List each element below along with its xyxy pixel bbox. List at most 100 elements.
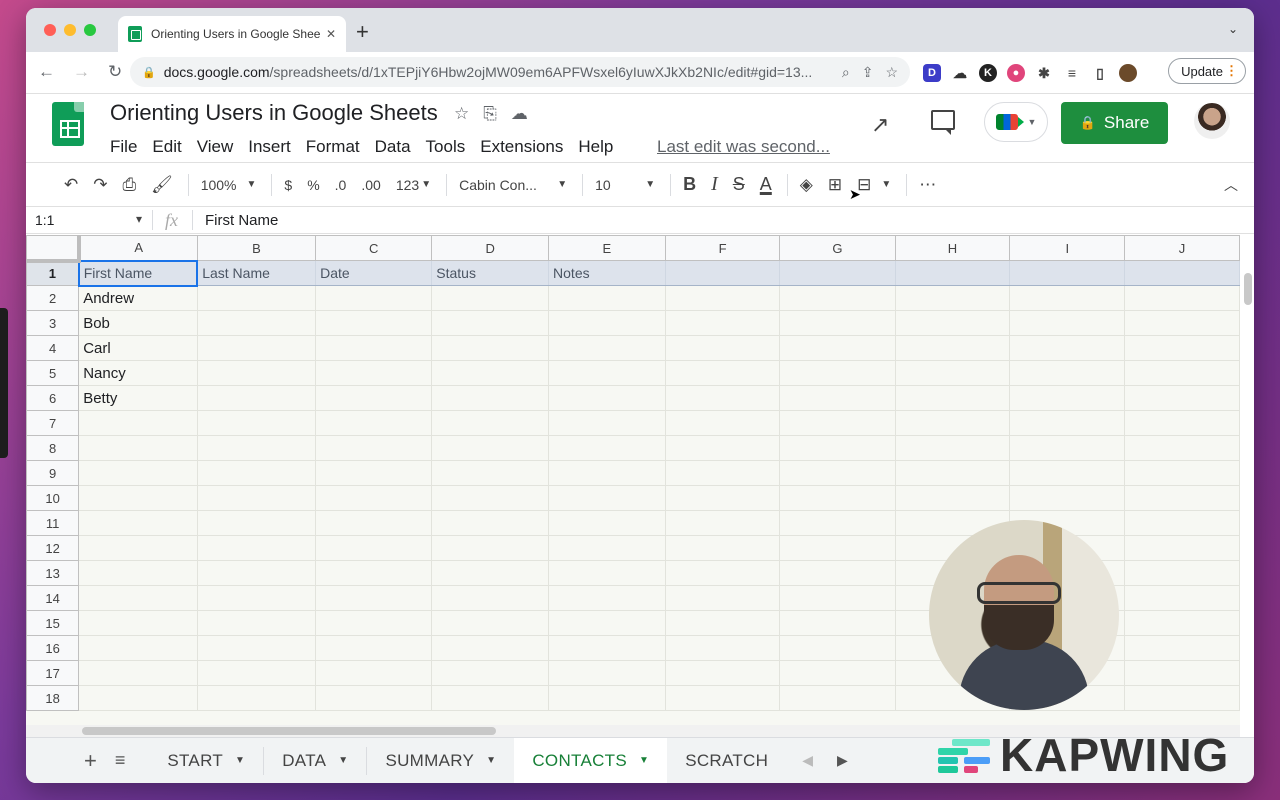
back-arrow-icon[interactable]: ← xyxy=(38,62,55,82)
cell[interactable] xyxy=(779,285,896,311)
column-header[interactable]: B xyxy=(196,235,317,261)
row-header[interactable]: 6 xyxy=(26,385,80,411)
column-header[interactable]: C xyxy=(315,235,433,261)
cell[interactable] xyxy=(1009,460,1126,486)
cell[interactable] xyxy=(1009,260,1126,286)
cell[interactable] xyxy=(315,635,433,661)
cell[interactable] xyxy=(894,260,1011,286)
cell[interactable] xyxy=(196,360,317,386)
cell[interactable] xyxy=(315,660,433,686)
cell[interactable] xyxy=(315,510,433,536)
cell[interactable] xyxy=(196,335,317,361)
sheets-logo-icon[interactable] xyxy=(52,102,84,146)
cell[interactable] xyxy=(315,560,433,586)
cell[interactable] xyxy=(315,685,433,711)
cell[interactable] xyxy=(78,610,198,636)
cell[interactable] xyxy=(664,535,781,561)
forward-arrow-icon[interactable]: → xyxy=(73,62,90,82)
menu-data[interactable]: Data xyxy=(375,137,411,157)
cell[interactable] xyxy=(78,660,198,686)
cell[interactable] xyxy=(431,535,550,561)
row-header[interactable]: 8 xyxy=(26,435,80,461)
cell[interactable] xyxy=(664,660,781,686)
select-all-corner[interactable] xyxy=(26,235,81,263)
cell[interactable] xyxy=(779,535,896,561)
cell[interactable] xyxy=(431,610,550,636)
undo-icon[interactable]: ↶ xyxy=(64,175,78,195)
row-header[interactable]: 11 xyxy=(26,510,80,536)
cell[interactable] xyxy=(664,335,781,361)
row-header[interactable]: 14 xyxy=(26,585,80,611)
cell[interactable] xyxy=(779,410,896,436)
cell[interactable] xyxy=(779,485,896,511)
menu-view[interactable]: View xyxy=(197,137,234,157)
last-edit-link[interactable]: Last edit was second... xyxy=(657,137,830,157)
extension-cloud-icon[interactable]: ☁ xyxy=(951,64,969,82)
cell[interactable] xyxy=(431,385,550,411)
font-select[interactable]: Cabin Con... ▼ xyxy=(459,177,567,193)
cell[interactable] xyxy=(664,460,781,486)
cell[interactable] xyxy=(196,285,317,311)
cell[interactable] xyxy=(431,560,550,586)
cell[interactable] xyxy=(196,660,317,686)
formula-input[interactable]: First Name xyxy=(205,212,278,229)
meet-button[interactable]: ▼ xyxy=(984,102,1048,142)
scroll-tabs-right-icon[interactable]: ▶ xyxy=(837,752,848,769)
cell[interactable] xyxy=(431,410,550,436)
cell[interactable] xyxy=(779,310,896,336)
cell[interactable] xyxy=(548,285,666,311)
cell[interactable] xyxy=(315,485,433,511)
cell[interactable] xyxy=(431,660,550,686)
cell[interactable] xyxy=(894,435,1011,461)
cell[interactable] xyxy=(1124,485,1240,511)
cell[interactable] xyxy=(664,260,781,286)
cell[interactable] xyxy=(315,310,433,336)
cell[interactable] xyxy=(1009,385,1126,411)
cell[interactable] xyxy=(548,360,666,386)
row-header[interactable]: 5 xyxy=(26,360,80,386)
cell[interactable] xyxy=(664,385,781,411)
cell[interactable] xyxy=(78,410,198,436)
minimize-window-button[interactable] xyxy=(64,24,76,36)
menu-edit[interactable]: Edit xyxy=(152,137,181,157)
row-header[interactable]: 4 xyxy=(26,335,80,361)
side-panel-icon[interactable]: ▯ xyxy=(1091,64,1109,82)
cell[interactable] xyxy=(431,585,550,611)
cell[interactable] xyxy=(894,335,1011,361)
cell[interactable] xyxy=(548,535,666,561)
cell[interactable]: Status xyxy=(431,260,550,286)
cell[interactable] xyxy=(664,410,781,436)
cell[interactable] xyxy=(1124,260,1240,286)
chevron-up-icon[interactable]: ︿ xyxy=(1224,175,1238,195)
cell[interactable] xyxy=(548,385,666,411)
cell[interactable] xyxy=(664,435,781,461)
cell[interactable] xyxy=(1124,585,1240,611)
cell[interactable] xyxy=(548,685,666,711)
cell[interactable] xyxy=(431,435,550,461)
tab-search-chevron-icon[interactable]: ⌄ xyxy=(1228,22,1238,36)
sheet-tab-start[interactable]: START ▼ xyxy=(149,738,263,784)
cell[interactable] xyxy=(315,410,433,436)
extensions-puzzle-icon[interactable]: ✱ xyxy=(1035,64,1053,82)
cell[interactable] xyxy=(315,460,433,486)
increase-decimal-button[interactable]: .00 xyxy=(361,177,380,193)
row-header[interactable]: 12 xyxy=(26,535,80,561)
cell[interactable]: Bob xyxy=(78,310,198,336)
paint-format-icon[interactable]: 🖌 xyxy=(151,175,173,195)
row-header[interactable]: 10 xyxy=(26,485,80,511)
close-window-button[interactable] xyxy=(44,24,56,36)
cell[interactable] xyxy=(548,635,666,661)
move-folder-icon[interactable]: ⎘ xyxy=(483,104,497,124)
cell[interactable] xyxy=(315,610,433,636)
cell[interactable] xyxy=(664,610,781,636)
cell[interactable] xyxy=(1124,410,1240,436)
vertical-scrollbar[interactable] xyxy=(1244,273,1252,305)
print-icon[interactable]: ⎙ xyxy=(123,175,137,195)
cell[interactable] xyxy=(548,310,666,336)
cell[interactable] xyxy=(779,635,896,661)
cell[interactable] xyxy=(431,460,550,486)
cell[interactable] xyxy=(196,435,317,461)
zoom-select[interactable]: 100% ▼ xyxy=(201,177,257,193)
cell[interactable] xyxy=(78,585,198,611)
cell[interactable] xyxy=(894,310,1011,336)
